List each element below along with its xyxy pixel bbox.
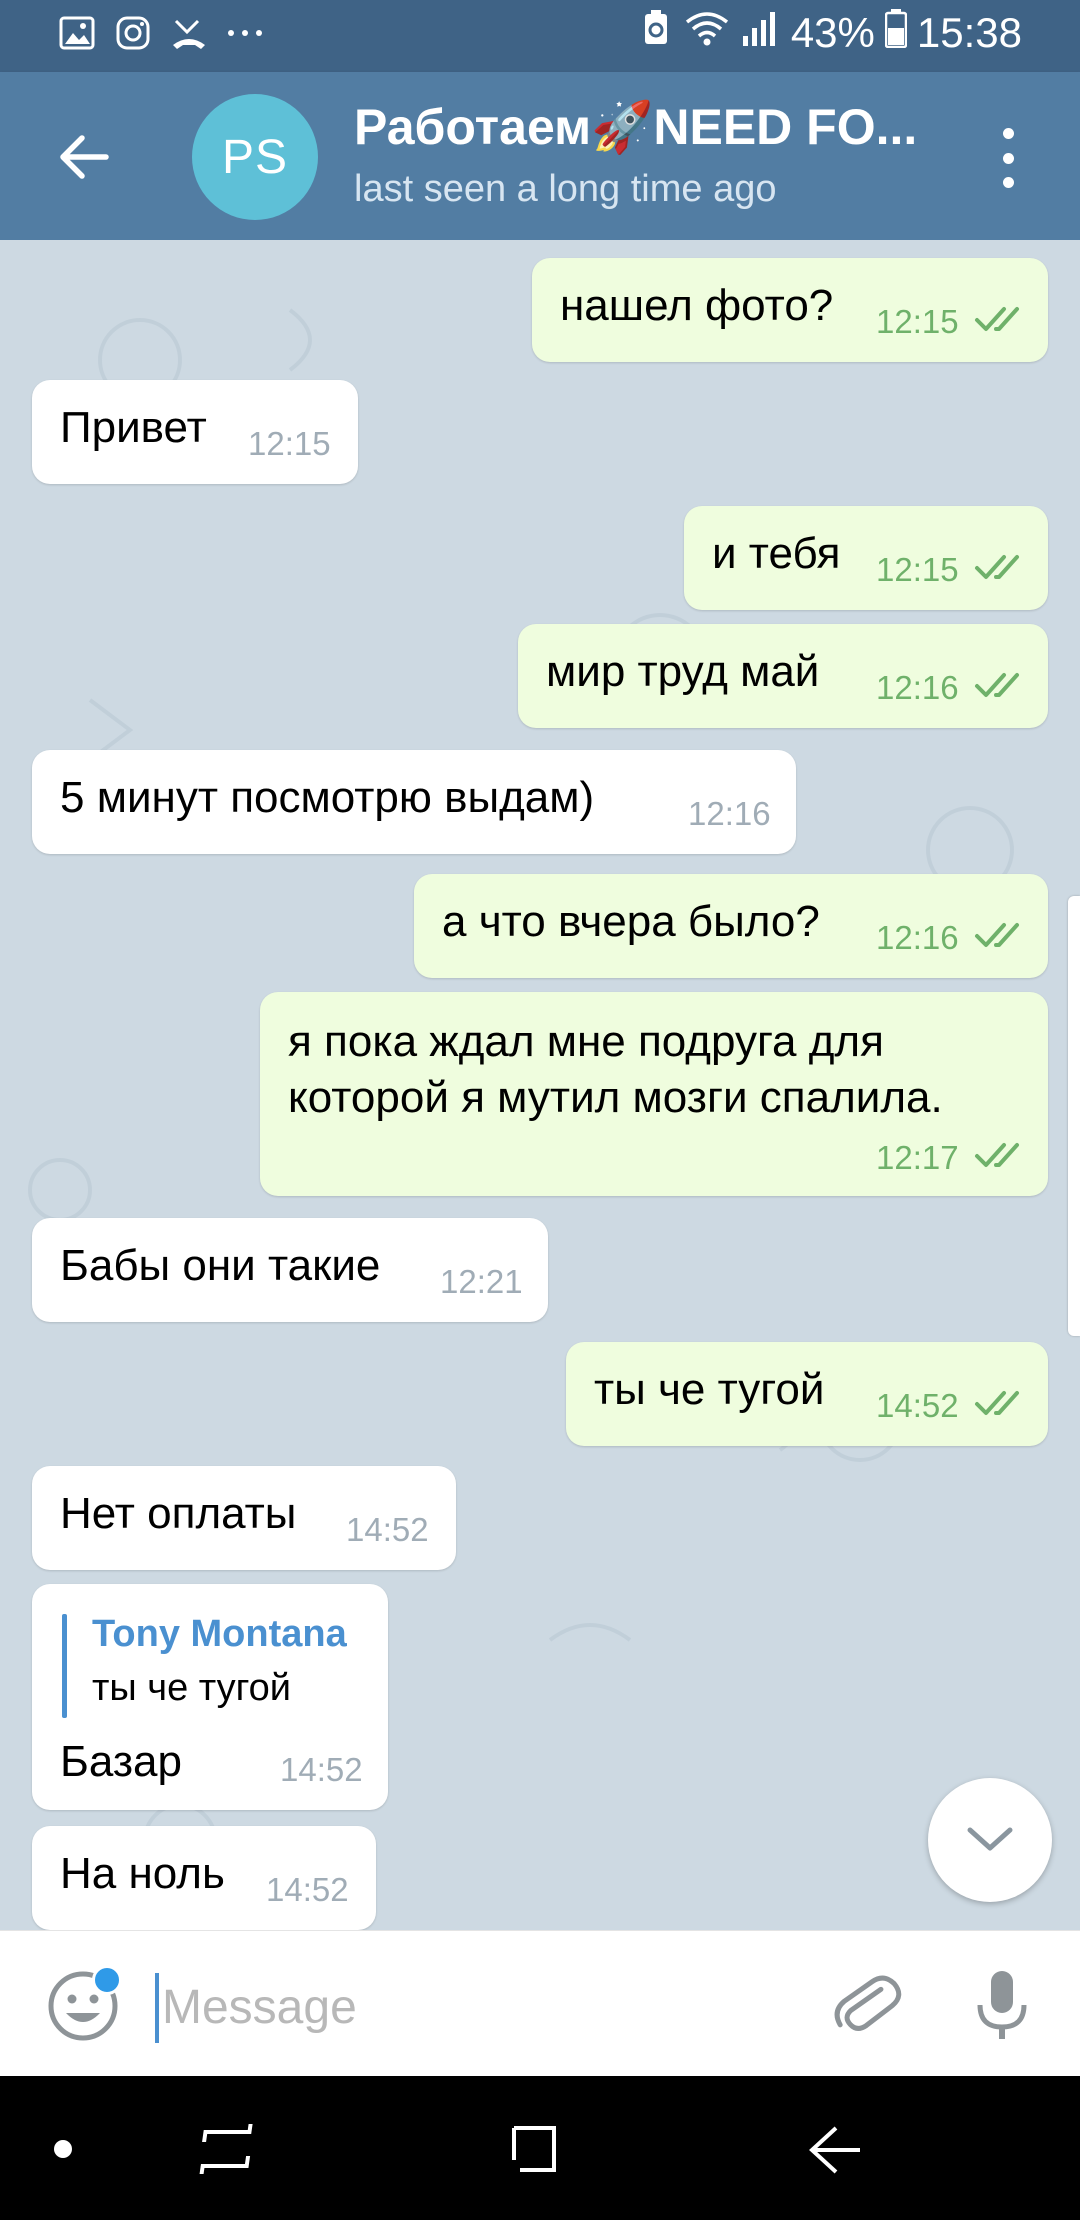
recents-icon[interactable] xyxy=(196,2114,266,2184)
message-text: Базар xyxy=(60,1737,182,1786)
message-list[interactable]: нашел фото? 12:15 Привет 12:15 и тебя 12… xyxy=(0,240,1080,1930)
avatar[interactable]: PS xyxy=(192,94,318,220)
message-text-line: которой я мутил мозги спалила. xyxy=(288,1073,943,1122)
incoming-message[interactable]: Бабы они такие 12:21 xyxy=(32,1218,548,1322)
message-time: 14:52 xyxy=(266,1871,349,1908)
incoming-message-reply[interactable]: Tony Montana ты че тугой Базар 14:52 xyxy=(32,1584,388,1810)
battery-icon xyxy=(884,8,908,58)
chevron-down-icon xyxy=(967,1827,1013,1851)
scroll-down-button[interactable] xyxy=(928,1778,1052,1902)
message-text: Бабы они такие xyxy=(60,1241,381,1290)
system-status: 43% 15:38 xyxy=(639,8,1022,58)
microphone-icon[interactable] xyxy=(962,1965,1042,2045)
message-text: На ноль xyxy=(60,1849,225,1898)
last-seen-status: last seen a long time ago xyxy=(354,168,777,210)
more-vertical-icon[interactable] xyxy=(990,128,1026,188)
nav-dot[interactable] xyxy=(54,2140,72,2158)
incoming-message[interactable]: Привет 12:15 xyxy=(32,380,358,484)
clock: 15:38 xyxy=(916,9,1022,56)
arrow-left-icon[interactable] xyxy=(50,122,120,192)
message-time: 12:16 xyxy=(688,795,771,832)
home-icon[interactable] xyxy=(498,2114,568,2184)
scrollbar-thumb[interactable] xyxy=(1068,896,1080,1336)
chat-header: PS Работаем🚀NEED FO... last seen a long … xyxy=(0,72,1080,240)
outgoing-message[interactable]: я пока ждал мне подруга для которой я му… xyxy=(260,992,1048,1196)
outgoing-message[interactable]: а что вчера было? 12:16 xyxy=(414,874,1048,978)
reply-author[interactable]: Tony Montana xyxy=(92,1606,347,1662)
notification-icons xyxy=(58,14,264,52)
message-text-line: я пока ждал мне подруга для xyxy=(288,1017,884,1066)
message-time: 12:16 xyxy=(876,669,959,706)
paperclip-icon[interactable] xyxy=(826,1965,906,2045)
reply-accent-bar xyxy=(62,1614,67,1718)
back-icon[interactable] xyxy=(800,2114,870,2184)
image-icon xyxy=(58,14,96,52)
incoming-message[interactable]: Нет оплаты 14:52 xyxy=(32,1466,456,1570)
message-text: Привет xyxy=(60,403,207,452)
message-text: нашел фото? xyxy=(560,281,834,330)
message-time: 12:15 xyxy=(876,303,959,340)
outgoing-message[interactable]: нашел фото? 12:15 xyxy=(532,258,1048,362)
message-time: 12:17 xyxy=(876,1139,959,1176)
message-text: ты че тугой xyxy=(594,1365,825,1414)
message-text: а что вчера было? xyxy=(442,897,820,946)
message-text: 5 минут посмотрю выдам) xyxy=(60,773,595,822)
message-time: 12:16 xyxy=(876,919,959,956)
read-check-icon xyxy=(975,1391,1019,1415)
message-time: 14:52 xyxy=(876,1387,959,1424)
wifi-icon xyxy=(683,8,731,58)
incoming-message[interactable]: 5 минут посмотрю выдам) 12:16 xyxy=(32,750,796,854)
read-check-icon xyxy=(975,555,1019,579)
outgoing-message[interactable]: и тебя 12:15 xyxy=(684,506,1048,610)
battery-percent: 43% xyxy=(790,9,875,56)
incoming-message[interactable]: На ноль 14:52 xyxy=(32,1826,376,1930)
message-text: мир труд май xyxy=(546,647,820,696)
message-time: 14:52 xyxy=(280,1751,363,1788)
message-time: 12:21 xyxy=(440,1263,523,1300)
chat-title[interactable]: Работаем🚀NEED FO... xyxy=(354,98,934,157)
message-input[interactable] xyxy=(156,1967,796,2047)
message-time: 14:52 xyxy=(346,1511,429,1548)
read-check-icon xyxy=(975,307,1019,331)
outgoing-message[interactable]: ты че тугой 14:52 xyxy=(566,1342,1048,1446)
message-time: 12:15 xyxy=(876,551,959,588)
instagram-icon xyxy=(114,14,152,52)
outgoing-message[interactable]: мир труд май 12:16 xyxy=(518,624,1048,728)
system-nav-bar xyxy=(0,2076,1080,2220)
message-composer xyxy=(0,1930,1080,2076)
read-check-icon xyxy=(975,1143,1019,1167)
message-time: 12:15 xyxy=(248,425,331,462)
data-saver-icon xyxy=(639,8,673,58)
missed-call-icon xyxy=(170,14,208,52)
emoji-badge xyxy=(92,1965,122,1995)
message-text: Нет оплаты xyxy=(60,1489,297,1538)
status-bar: 43% 15:38 xyxy=(0,0,1080,72)
reply-quote[interactable]: ты че тугой xyxy=(92,1660,291,1716)
read-check-icon xyxy=(975,923,1019,947)
read-check-icon xyxy=(975,673,1019,697)
more-dots-icon xyxy=(226,14,264,52)
message-text: и тебя xyxy=(712,529,841,578)
signal-icon xyxy=(741,8,781,58)
